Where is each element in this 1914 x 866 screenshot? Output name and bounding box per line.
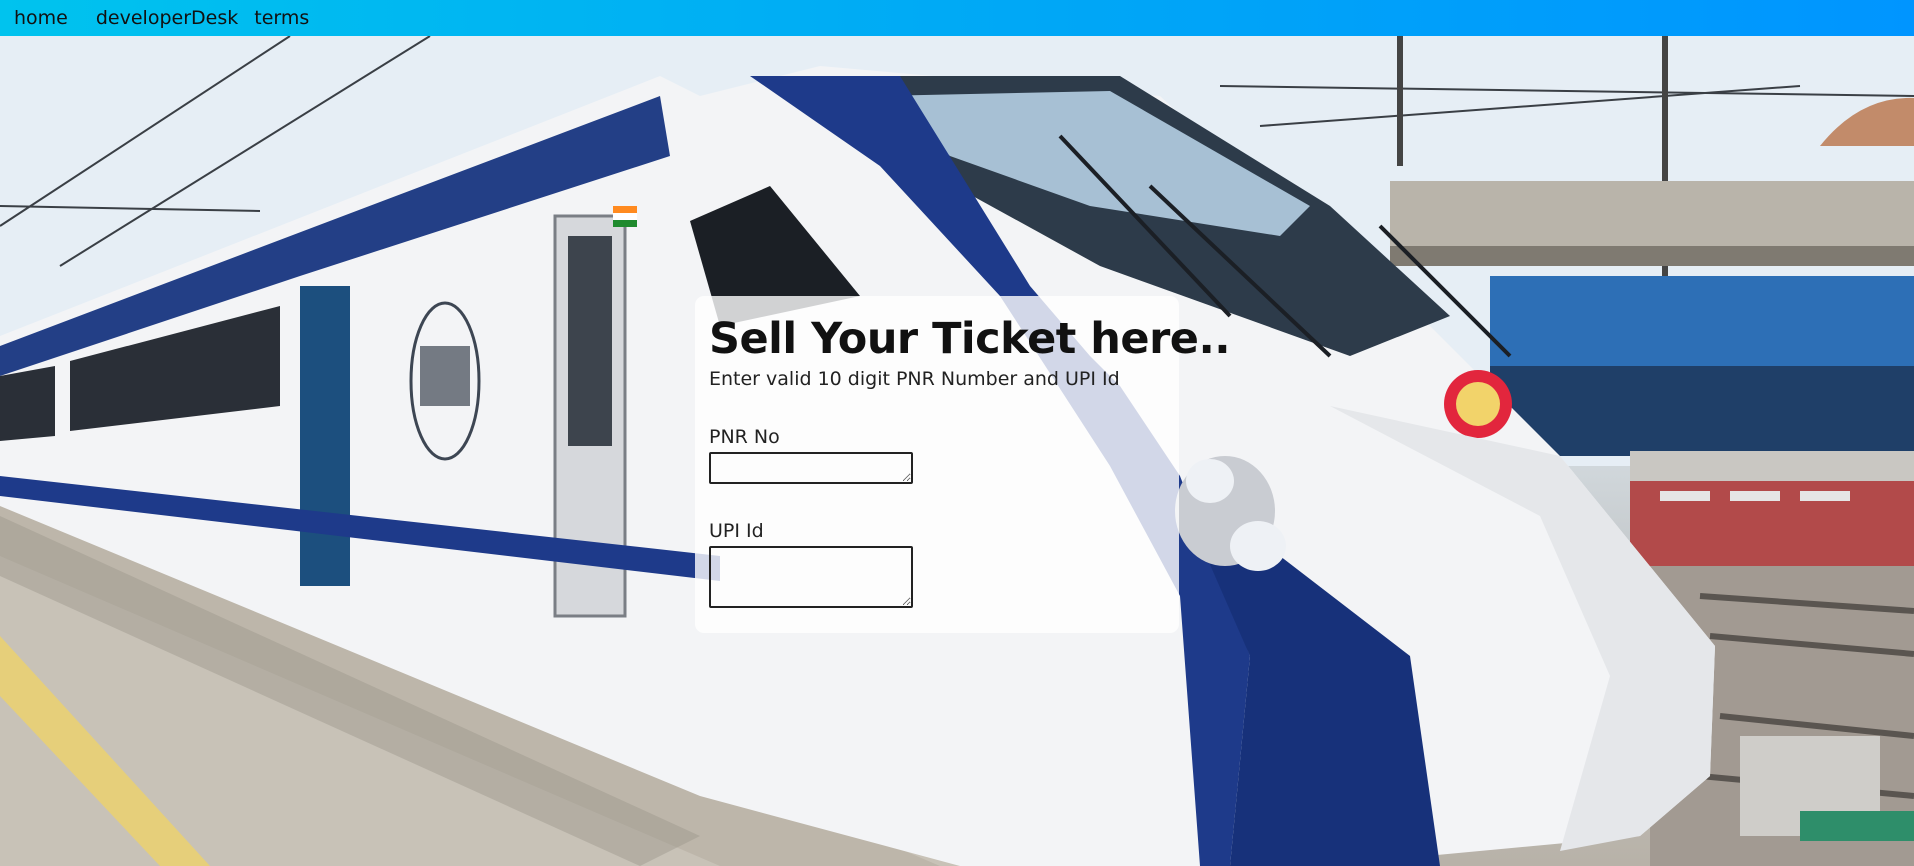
upi-input[interactable]	[709, 546, 913, 608]
pnr-input[interactable]	[709, 452, 913, 484]
upi-label: UPI Id	[709, 520, 764, 542]
sell-ticket-form-card: Sell Your Ticket here.. Enter valid 10 d…	[695, 296, 1231, 633]
form-title: Sell Your Ticket here..	[709, 314, 1231, 364]
nav-terms-link[interactable]: terms	[254, 7, 309, 29]
form-subtitle: Enter valid 10 digit PNR Number and UPI …	[709, 368, 1120, 390]
top-navbar: home developerDesk terms	[0, 0, 1914, 36]
nav-home-link[interactable]: home	[14, 7, 68, 29]
pnr-label: PNR No	[709, 426, 780, 448]
nav-developerdesk-link[interactable]: developerDesk	[96, 7, 238, 29]
